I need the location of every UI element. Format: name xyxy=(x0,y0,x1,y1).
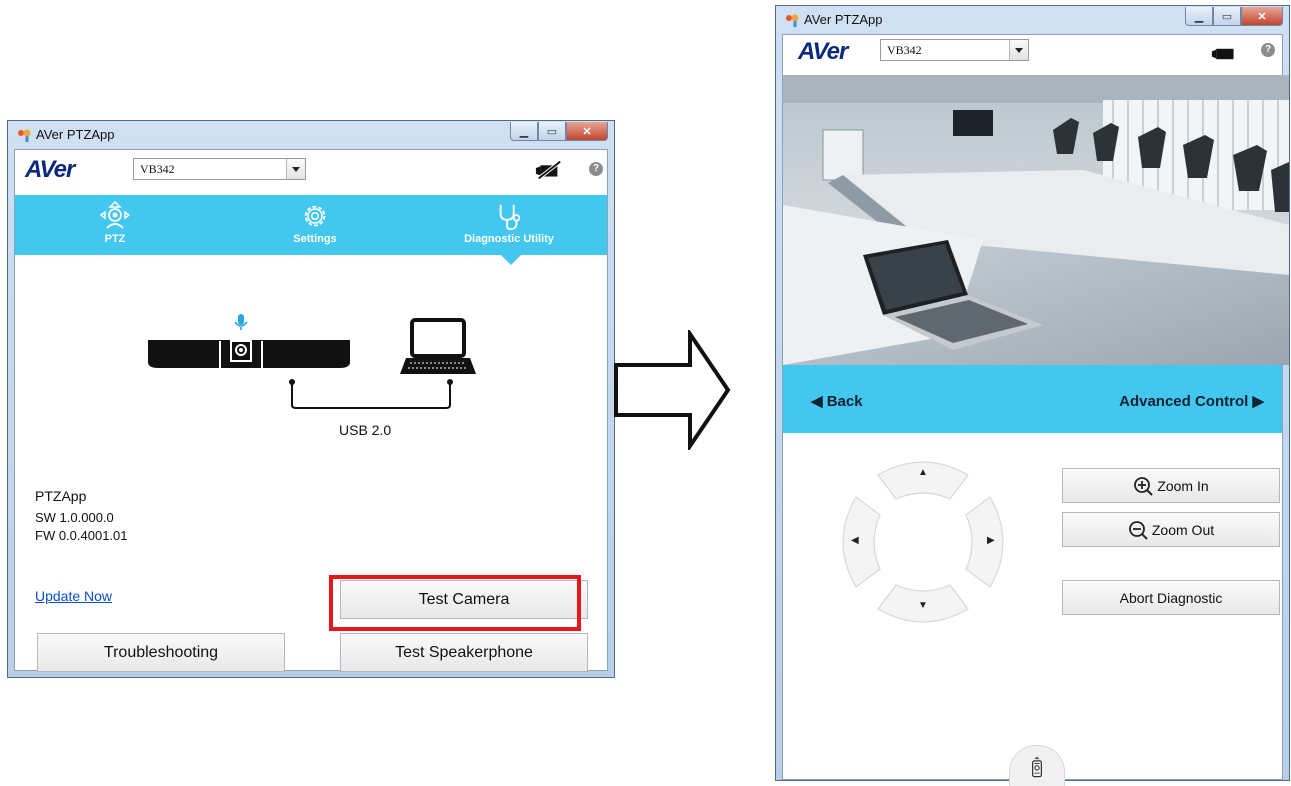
tab-ptz-label: PTZ xyxy=(104,233,126,245)
usb-cable-line xyxy=(289,379,453,409)
maximize-button[interactable]: ▭ xyxy=(1213,7,1241,26)
camera-off-icon[interactable] xyxy=(535,160,563,180)
highlight-box xyxy=(329,575,581,631)
main-nav-bar: PTZ Settings Diagnostic Utility xyxy=(15,195,607,265)
zoom-in-icon xyxy=(1134,476,1154,496)
minimize-button[interactable]: ▁ xyxy=(1185,7,1213,26)
app-icon xyxy=(18,129,31,142)
laptop-icon xyxy=(400,318,476,374)
app-client-area: AVer VB342 ? xyxy=(782,34,1289,786)
chevron-down-icon[interactable] xyxy=(286,159,305,179)
title-bar[interactable]: AVer PTZApp ▁ ▭ ✕ xyxy=(776,6,1289,34)
firmware-version: FW 0.0.4001.01 xyxy=(35,528,128,543)
tab-diagnostic-utility[interactable]: Diagnostic Utility xyxy=(449,199,569,245)
left-app-window: AVer PTZApp ▁ ▭ ✕ AVer VB342 ? PTZ Setti… xyxy=(7,120,615,678)
tab-settings[interactable]: Settings xyxy=(255,199,375,245)
test-speakerphone-button[interactable]: Test Speakerphone xyxy=(340,633,588,672)
connection-diagram xyxy=(148,314,476,409)
aver-logo: AVer xyxy=(25,156,75,183)
pan-up-arrow[interactable]: ▲ xyxy=(918,467,928,478)
transition-arrow-icon xyxy=(614,330,731,450)
camera-select[interactable]: VB342 xyxy=(133,158,306,180)
zoom-in-button[interactable]: Zoom In xyxy=(1062,468,1280,503)
top-bar: AVer VB342 ? xyxy=(15,150,607,190)
app-name-label: PTZApp xyxy=(35,488,87,504)
update-now-link[interactable]: Update Now xyxy=(35,588,112,604)
help-icon[interactable]: ? xyxy=(589,162,603,176)
troubleshooting-button[interactable]: Troubleshooting xyxy=(37,633,285,672)
ptz-icon xyxy=(99,200,131,229)
camera-select[interactable]: VB342 xyxy=(880,39,1029,61)
pan-left-arrow[interactable]: ◀ xyxy=(851,535,859,546)
title-bar[interactable]: AVer PTZApp ▁ ▭ ✕ xyxy=(8,121,614,149)
gear-icon xyxy=(304,205,326,227)
tab-settings-label: Settings xyxy=(293,233,337,245)
chevron-down-icon[interactable] xyxy=(1009,40,1028,60)
close-button[interactable]: ✕ xyxy=(566,122,608,141)
help-icon[interactable]: ? xyxy=(1261,43,1275,57)
speakerphone-camera-icon xyxy=(148,340,350,368)
app-client-area: AVer VB342 ? xyxy=(14,149,608,672)
right-app-window: AVer PTZApp ▁ ▭ ✕ AVer VB342 ? ◀ Back Ad… xyxy=(775,5,1290,786)
camera-icon[interactable] xyxy=(1211,45,1237,63)
zoom-out-icon xyxy=(1128,520,1148,540)
pan-right-arrow[interactable]: ▶ xyxy=(987,535,995,546)
camera-preview xyxy=(783,75,1289,365)
zoom-in-label: Zoom In xyxy=(1157,477,1209,494)
active-tab-pointer xyxy=(501,255,521,265)
pan-left-button xyxy=(842,496,881,588)
usb-label: USB 2.0 xyxy=(339,422,392,438)
camera-select-value: VB342 xyxy=(887,43,922,57)
stethoscope-icon xyxy=(499,204,521,231)
remote-toggle-button[interactable] xyxy=(1009,745,1065,786)
zoom-out-button[interactable]: Zoom Out xyxy=(1062,512,1280,547)
abort-diagnostic-button[interactable]: Abort Diagnostic xyxy=(1062,580,1280,615)
control-bar: ◀ Back Advanced Control ▶ xyxy=(783,365,1282,433)
window-title: AVer PTZApp xyxy=(804,12,883,27)
software-version: SW 1.0.000.0 xyxy=(35,510,114,525)
pan-right-button xyxy=(965,496,1004,588)
aver-logo: AVer xyxy=(798,38,848,65)
back-button[interactable]: ◀ Back xyxy=(811,392,863,410)
tab-diagnostic-utility-label: Diagnostic Utility xyxy=(464,233,554,245)
pan-down-arrow[interactable]: ▼ xyxy=(918,600,928,611)
microphone-icon xyxy=(234,314,248,330)
minimize-button[interactable]: ▁ xyxy=(510,122,538,141)
close-button[interactable]: ✕ xyxy=(1241,7,1283,26)
top-bar: AVer VB342 ? xyxy=(783,35,1282,75)
advanced-control-button[interactable]: Advanced Control ▶ xyxy=(1119,392,1264,410)
tab-ptz[interactable]: PTZ xyxy=(55,199,175,245)
camera-select-value: VB342 xyxy=(140,162,175,176)
zoom-out-label: Zoom Out xyxy=(1151,521,1215,538)
maximize-button[interactable]: ▭ xyxy=(538,122,566,141)
window-title: AVer PTZApp xyxy=(36,127,115,142)
app-icon xyxy=(786,14,799,27)
remote-control-icon xyxy=(1032,756,1042,778)
